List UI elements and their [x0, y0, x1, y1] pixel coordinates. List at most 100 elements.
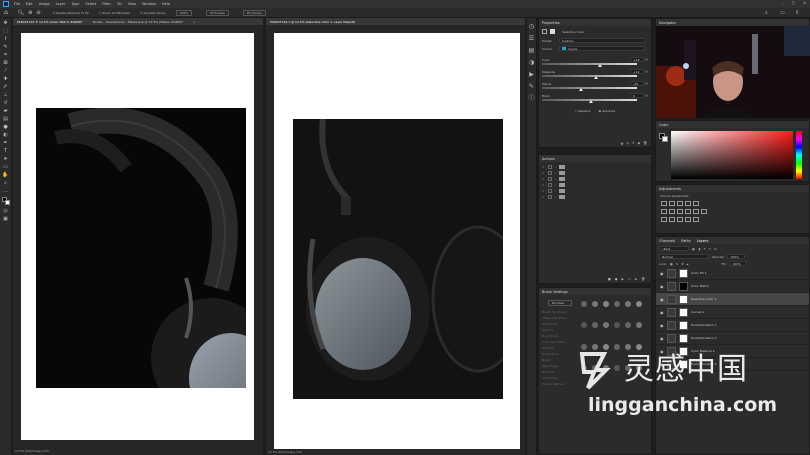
menu-help[interactable]: Help	[162, 2, 170, 6]
dialog-toggle-icon[interactable]	[547, 177, 552, 181]
slider-track[interactable]	[542, 87, 637, 91]
curves-icon[interactable]	[677, 201, 683, 206]
preset-select[interactable]: Custom	[559, 38, 645, 43]
dialog-toggle-icon[interactable]	[547, 183, 552, 187]
pixel-filter-icon[interactable]: ▣	[692, 247, 695, 251]
menu-filter[interactable]: Filter	[102, 2, 111, 6]
dialog-toggle-icon[interactable]	[547, 189, 552, 193]
history-panel-icon[interactable]: ◷	[528, 23, 535, 30]
info-panel-icon[interactable]: ⓘ	[528, 95, 535, 102]
menu-image[interactable]: Image	[39, 2, 50, 6]
workspace-icon[interactable]: ▭	[780, 10, 785, 16]
screen-mode-icon[interactable]: ▣	[2, 216, 10, 222]
delete-action-icon[interactable]: 🗑︎	[641, 277, 645, 281]
document-tab-psk007129[interactable]: PSK007129 © 12.5% (Color Match, RGB/8)*	[17, 20, 83, 24]
left-canvas[interactable]	[21, 33, 254, 440]
exposure-icon[interactable]	[685, 201, 691, 206]
action-row[interactable]: ✓ ›	[542, 194, 648, 200]
background-color-swatch[interactable]	[5, 200, 10, 205]
fit-screen-button[interactable]: Fit Screen	[206, 9, 229, 16]
layer-filter-select[interactable]: ⌕ Kind	[659, 246, 689, 251]
opacity-input[interactable]: 100%	[727, 254, 746, 259]
history-brush-tool-icon[interactable]: ↺	[2, 100, 10, 106]
lock-pixels-icon[interactable]: ✎	[676, 262, 679, 266]
slider-value-input[interactable]: -20	[630, 81, 645, 86]
tab-layers[interactable]: Layers	[697, 239, 709, 243]
zoom-tool-icon[interactable]: ⌕	[2, 180, 10, 186]
expand-icon[interactable]: ›	[555, 195, 556, 199]
pen-tool-icon[interactable]: ✒	[2, 140, 10, 146]
blend-mode-select[interactable]: Normal	[659, 254, 709, 259]
eraser-tool-icon[interactable]: ▰	[2, 108, 10, 114]
tab-paths[interactable]: Paths	[681, 239, 691, 243]
slider-track[interactable]	[542, 63, 637, 67]
photo-filter-icon[interactable]	[685, 209, 691, 214]
zoom-out-icon[interactable]: ⊖	[36, 10, 40, 16]
brushes-panel-icon[interactable]: ✎	[528, 83, 535, 90]
clip-to-layer-icon[interactable]: ⬓	[621, 141, 624, 145]
play-icon[interactable]: ▶	[622, 277, 624, 281]
layer-row[interactable]: ◉ Hue/Saturation 1	[656, 319, 809, 332]
expand-icon[interactable]: ›	[555, 183, 556, 187]
zoom-in-icon[interactable]: ⊕	[28, 10, 32, 16]
brightness-contrast-icon[interactable]	[661, 201, 667, 206]
absolute-radio[interactable]: ◉ Absolute	[598, 109, 615, 113]
selective-color-adjust-icon[interactable]	[693, 217, 699, 222]
blur-tool-icon[interactable]: ●	[2, 124, 10, 130]
slider-knob[interactable]	[597, 64, 602, 67]
visibility-eye-icon[interactable]: ◉	[660, 323, 664, 328]
check-icon[interactable]: ✓	[542, 195, 545, 199]
resize-windows-checkbox[interactable]: ☑ Resize Windows to Fit	[53, 11, 89, 15]
menu-layer[interactable]: Layer	[56, 2, 66, 6]
view-previous-icon[interactable]: ◎	[626, 141, 629, 145]
slider-track[interactable]	[542, 99, 637, 103]
relative-radio[interactable]: ○ Relative	[575, 109, 591, 113]
shape-filter-icon[interactable]: ▭	[708, 247, 711, 251]
layer-row[interactable]: ◉ Selective Color 1	[656, 293, 809, 306]
colors-select[interactable]: Cyans	[559, 46, 645, 51]
gradient-tool-icon[interactable]: ▤	[2, 116, 10, 122]
expand-icon[interactable]: ›	[555, 171, 556, 175]
type-filter-icon[interactable]: T	[703, 247, 705, 251]
minimize-button[interactable]: –	[782, 1, 784, 5]
menu-3d[interactable]: 3D	[117, 2, 122, 6]
layer-row[interactable]: ◉ Color Match	[656, 280, 809, 293]
layer-mask-thumbnail[interactable]	[679, 268, 688, 278]
hue-saturation-icon[interactable]	[661, 209, 667, 214]
fill-screen-button[interactable]: Fill Screen	[242, 9, 267, 16]
channel-mixer-icon[interactable]	[693, 209, 699, 214]
lock-all-icon[interactable]: 🔒︎	[687, 262, 689, 266]
check-icon[interactable]: ✓	[542, 177, 545, 181]
dodge-tool-icon[interactable]: ◐	[2, 132, 10, 138]
slider-value-input[interactable]: 0	[630, 93, 645, 98]
slider-knob[interactable]	[579, 88, 584, 91]
quick-select-tool-icon[interactable]: ✎	[2, 44, 10, 50]
right-canvas[interactable]	[274, 33, 520, 449]
slider-knob[interactable]	[588, 100, 593, 103]
vibrance-icon[interactable]	[693, 201, 699, 206]
layer-mask-thumbnail[interactable]	[679, 307, 688, 317]
new-action-icon[interactable]: ⊞	[635, 277, 638, 281]
brush-tool-icon[interactable]: ✐	[2, 84, 10, 90]
adjustment-filter-icon[interactable]: ◑	[698, 247, 701, 251]
smart-filter-icon[interactable]: ⊡	[714, 247, 717, 251]
expand-icon[interactable]: ›	[555, 189, 556, 193]
invert-icon[interactable]	[661, 217, 667, 222]
check-icon[interactable]: ✓	[542, 189, 545, 193]
check-icon[interactable]: ✓	[542, 165, 545, 169]
share-icon[interactable]: ⇪	[795, 10, 799, 16]
visibility-icon[interactable]: ◉	[638, 141, 641, 145]
libraries-panel-icon[interactable]: ▤	[528, 47, 535, 54]
marquee-tool-icon[interactable]: ⬚	[2, 28, 10, 34]
dialog-toggle-icon[interactable]	[547, 195, 552, 199]
check-icon[interactable]: ✓	[542, 183, 545, 187]
layer-mask-thumbnail[interactable]	[679, 281, 688, 291]
slider-knob[interactable]	[594, 76, 599, 79]
visibility-eye-icon[interactable]: ◉	[660, 297, 664, 302]
type-tool-icon[interactable]: T	[2, 148, 10, 154]
layer-row[interactable]: ◉ Color Fill 1	[656, 267, 809, 280]
color-field[interactable]	[671, 131, 793, 179]
maximize-button[interactable]: □	[792, 1, 795, 5]
home-icon[interactable]: ⌂	[4, 9, 8, 16]
check-icon[interactable]: ✓	[542, 171, 545, 175]
